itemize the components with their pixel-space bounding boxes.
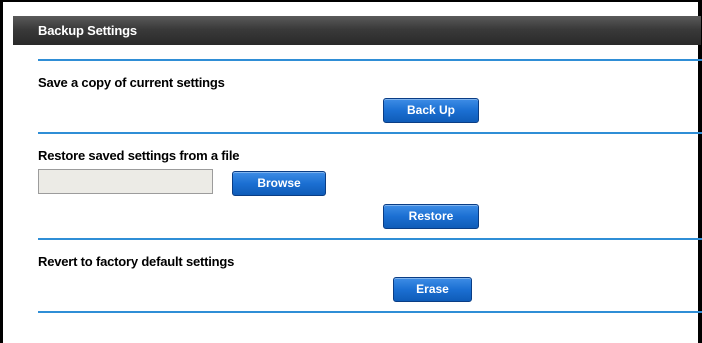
erase-section-label: Revert to factory default settings (38, 254, 235, 269)
back-up-button[interactable]: Back Up (383, 98, 479, 123)
restore-section-label: Restore saved settings from a file (38, 148, 240, 163)
page-title: Backup Settings (38, 23, 137, 38)
restore-button[interactable]: Restore (383, 204, 479, 229)
section-divider (38, 311, 702, 313)
erase-button[interactable]: Erase (393, 277, 472, 302)
section-divider (38, 59, 702, 61)
backup-section-label: Save a copy of current settings (38, 75, 225, 90)
section-divider (38, 238, 702, 240)
section-divider (38, 132, 702, 134)
backup-settings-panel: Backup Settings Save a copy of current s… (0, 0, 702, 343)
panel-header: Backup Settings (13, 16, 701, 45)
restore-file-input[interactable] (38, 169, 213, 194)
browse-button[interactable]: Browse (232, 171, 326, 196)
